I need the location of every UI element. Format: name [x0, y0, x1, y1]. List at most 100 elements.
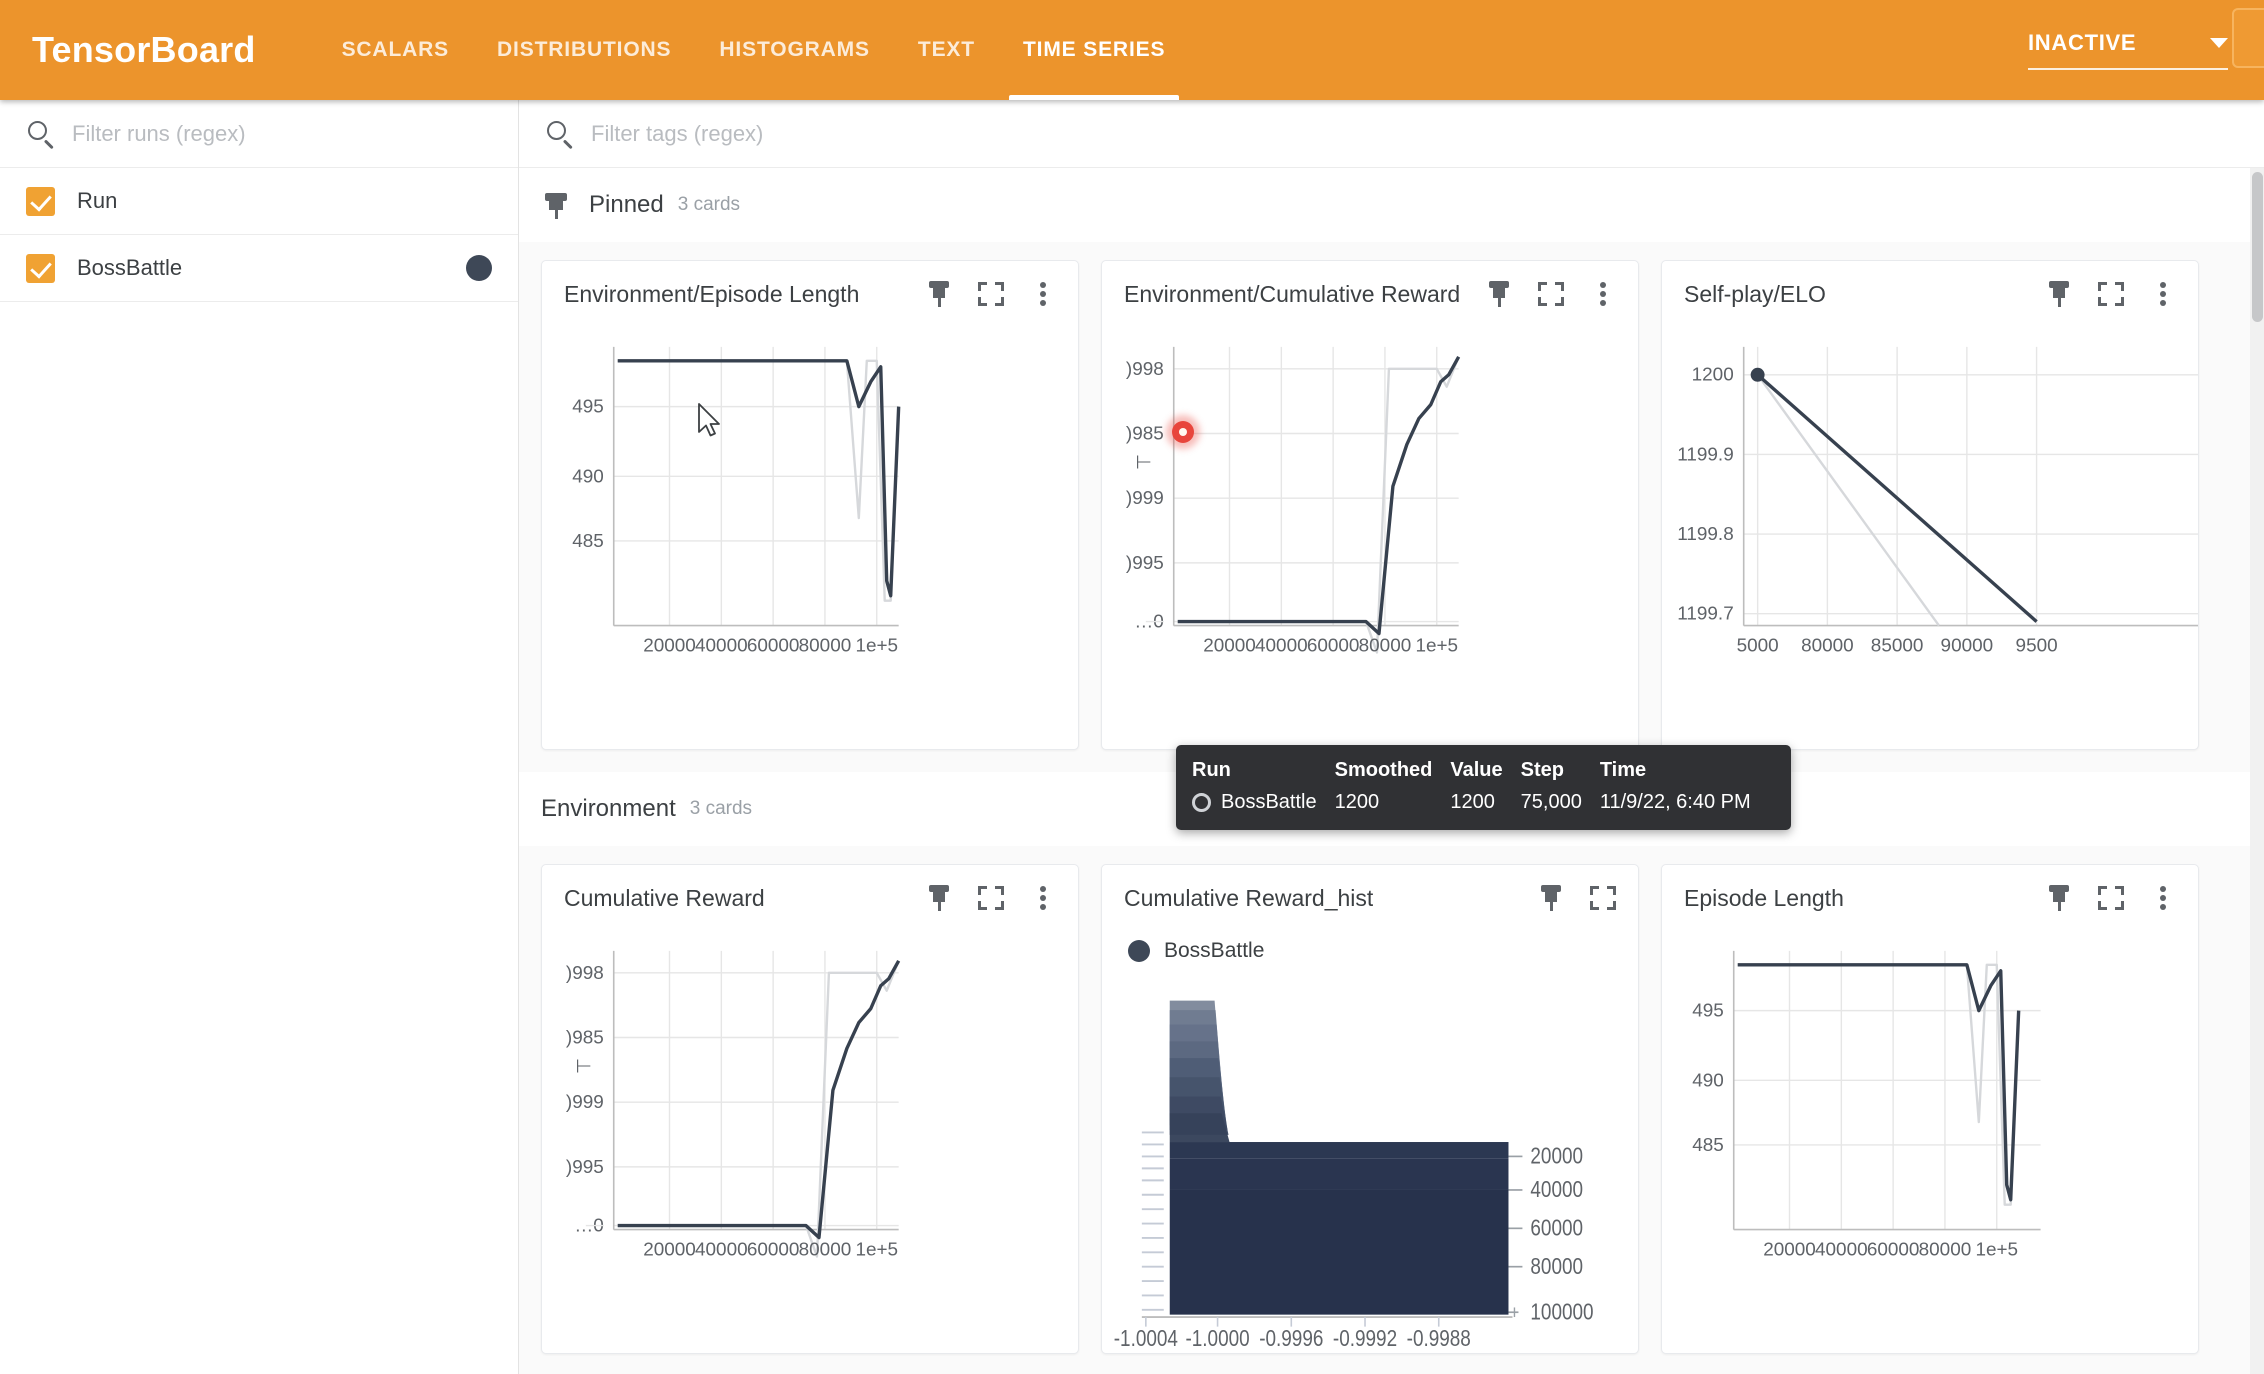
more-vert-icon[interactable] [1028, 883, 1058, 913]
search-icon [545, 119, 575, 149]
pin-icon[interactable] [924, 883, 954, 913]
card-actions [1484, 279, 1618, 309]
reload-status-label: INACTIVE [2028, 30, 2137, 55]
app-brand: TensorBoard [32, 29, 256, 70]
tab-scalars[interactable]: SCALARS [318, 0, 473, 100]
chart-tooltip: Run Smoothed Value Step Time BossBattle … [1176, 745, 1791, 830]
card-environment-cumulative-reward[interactable]: Environment/Cumulative Reward)998)985 … [1101, 260, 1639, 750]
svg-text:20000: 20000 [1203, 635, 1256, 656]
card-environment-episode-length[interactable]: Environment/Episode Length 495 490 485 2… [541, 260, 1079, 750]
tooltip-smoothed: 1200 [1334, 791, 1380, 813]
svg-text:-1.0000: -1.0000 [1185, 1326, 1249, 1351]
svg-text:80000: 80000 [799, 635, 852, 656]
chart-cumulative-reward-pinned[interactable]: )998 )985 )999 )995 …0 ⊢ 20000 40000 600… [1102, 327, 1638, 749]
tag-filter-input[interactable] [591, 120, 2238, 147]
tab-time-series[interactable]: TIME SERIES [999, 0, 1189, 100]
time-series-main: Pinned 3 cards Environment/Episode Lengt… [519, 100, 2264, 1374]
run-color-swatch[interactable] [466, 255, 492, 281]
runs-sidebar: Run BossBattle [0, 100, 519, 1374]
svg-text:485: 485 [1692, 1135, 1724, 1156]
pin-icon[interactable] [2044, 279, 2074, 309]
more-vert-icon[interactable] [2148, 279, 2178, 309]
tooltip-col-value: Value [1450, 759, 1503, 781]
svg-text:1e+5: 1e+5 [855, 1239, 898, 1260]
svg-text:)998: )998 [1126, 359, 1164, 380]
svg-text:80000: 80000 [799, 1239, 852, 1260]
tab-histograms[interactable]: HISTOGRAMS [695, 0, 893, 100]
chart-legend: BossBattle [1102, 931, 1638, 967]
tab-distributions[interactable]: DISTRIBUTIONS [473, 0, 695, 100]
pinned-card-row: Environment/Episode Length 495 490 485 2… [519, 242, 2264, 750]
vertical-scrollbar-thumb[interactable] [2252, 172, 2263, 322]
tab-text[interactable]: TEXT [894, 0, 999, 100]
settings-button[interactable] [2232, 8, 2264, 68]
card-cumulative-reward-hist[interactable]: Cumulative Reward_hist BossBattle 20000 … [1101, 864, 1639, 1354]
run-row-bossbattle[interactable]: BossBattle [0, 235, 518, 302]
more-vert-icon[interactable] [2148, 883, 2178, 913]
expand-icon[interactable] [1588, 883, 1618, 913]
expand-icon[interactable] [2096, 883, 2126, 913]
runs-select-all-row[interactable]: Run [0, 168, 518, 235]
chart-episode-length-env[interactable]: 495 490 485 20000 40000 60000 80000 1e+5 [1662, 931, 2198, 1353]
group-title: Environment [541, 795, 676, 822]
svg-text:)995: )995 [1126, 553, 1164, 574]
chart-self-play-elo[interactable]: 1200 1199.9 1199.8 1199.7 5000 80000 850… [1662, 327, 2198, 749]
pin-icon[interactable] [1484, 279, 1514, 309]
vertical-scrollbar-track[interactable] [2250, 168, 2264, 1374]
expand-icon[interactable] [2096, 279, 2126, 309]
card-header: Environment/Cumulative Reward [1102, 261, 1638, 327]
pin-icon[interactable] [924, 279, 954, 309]
tooltip-header-row: Run Smoothed Value Step Time [1192, 759, 1769, 791]
tooltip-row: BossBattle 1200 1200 75,000 11/9/22, 6:4… [1192, 791, 1769, 814]
card-header: Environment/Episode Length [542, 261, 1078, 327]
svg-text:60000: 60000 [1530, 1216, 1583, 1241]
tag-filter-row [519, 100, 2264, 168]
select-all-checkbox[interactable] [26, 186, 55, 216]
environment-card-row: Cumulative Reward)998)985)999)995 …0… [519, 846, 2264, 1354]
tooltip-value: 1200 [1450, 791, 1495, 813]
svg-text:40000: 40000 [695, 635, 748, 656]
card-actions [924, 279, 1058, 309]
card-cumulative-reward[interactable]: Cumulative Reward)998)985)999)995 …0… [541, 864, 1079, 1354]
svg-text:-1.0004: -1.0004 [1114, 1326, 1179, 1351]
expand-icon[interactable] [976, 883, 1006, 913]
more-vert-icon[interactable] [1028, 279, 1058, 309]
card-header: Episode Length [1662, 865, 2198, 931]
svg-text:)999: )999 [566, 1092, 604, 1113]
svg-text:9500: 9500 [2016, 635, 2058, 656]
svg-text:)985: )985 [566, 1027, 604, 1048]
card-episode-length[interactable]: Episode Length 495 490 485 20000 40000 6… [1661, 864, 2199, 1354]
svg-text:)999: )999 [1126, 488, 1164, 509]
svg-text:5000: 5000 [1737, 635, 1779, 656]
card-self-play-elo[interactable]: Self-play/ELO 1200 1199.9 1199.8 1199.7 … [1661, 260, 2199, 750]
svg-text:1e+5: 1e+5 [855, 635, 898, 656]
svg-text:490: 490 [1692, 1070, 1724, 1091]
svg-text:80000: 80000 [1359, 635, 1412, 656]
expand-icon[interactable] [1536, 279, 1566, 309]
run-filter-input[interactable] [72, 120, 492, 147]
more-vert-icon[interactable] [1588, 279, 1618, 309]
svg-text:1e+5: 1e+5 [1975, 1239, 2018, 1260]
run-filter-row [0, 100, 518, 168]
group-header-pinned[interactable]: Pinned 3 cards [519, 168, 2264, 242]
svg-text:490: 490 [572, 466, 604, 487]
pin-icon[interactable] [2044, 883, 2074, 913]
reload-status-select[interactable]: INACTIVE [2028, 30, 2228, 70]
run-name: BossBattle [77, 255, 183, 280]
run-checkbox[interactable] [26, 253, 55, 283]
svg-text:⊢: ⊢ [575, 1056, 591, 1077]
svg-text:85000: 85000 [1871, 635, 1924, 656]
chart-cumulative-reward[interactable]: )998 )985 )999 )995 …0 ⊢ 20000 40000 600… [542, 931, 1078, 1353]
svg-text:60000: 60000 [1867, 1239, 1920, 1260]
group-title: Pinned [589, 191, 664, 218]
expand-icon[interactable] [976, 279, 1006, 309]
svg-text:80000: 80000 [1530, 1254, 1583, 1279]
pin-icon[interactable] [1536, 883, 1566, 913]
svg-text:495: 495 [572, 397, 604, 418]
svg-text:90000: 90000 [1941, 635, 1994, 656]
chart-cumulative-reward-hist[interactable]: 20000 40000 60000 80000 100000 -1.0004 -… [1102, 967, 1638, 1353]
svg-text:-0.9992: -0.9992 [1333, 1326, 1397, 1351]
chart-episode-length[interactable]: 495 490 485 20000 40000 60000 80000 1e+5 [542, 327, 1078, 749]
svg-text:1199.8: 1199.8 [1677, 524, 1733, 545]
svg-text:20000: 20000 [1763, 1239, 1816, 1260]
